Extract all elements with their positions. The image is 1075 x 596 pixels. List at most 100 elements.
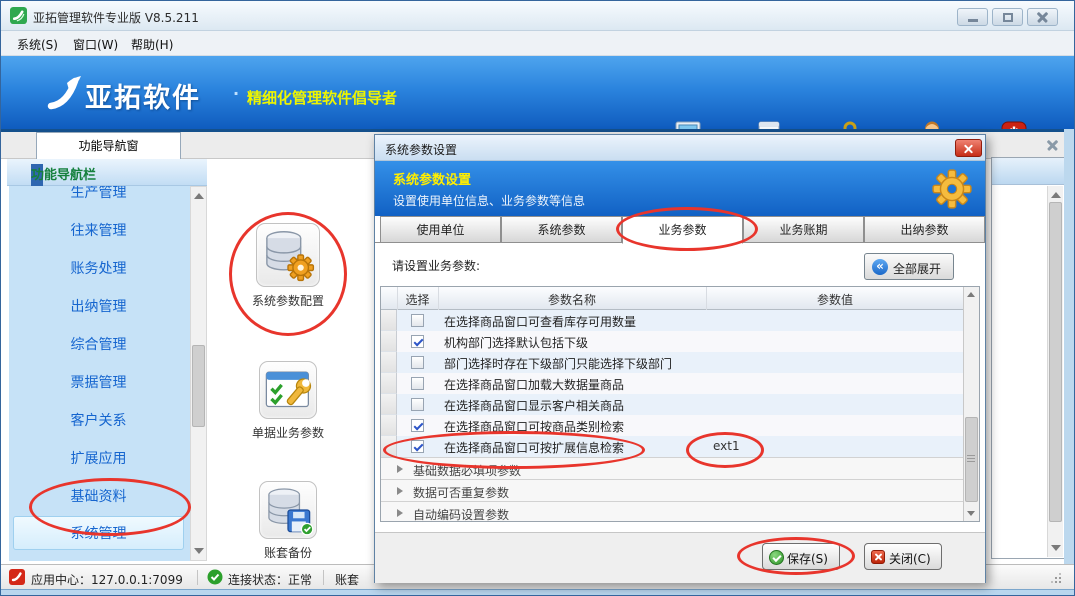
table-row[interactable]: 部门选择时存在下级部门只能选择下级部门 bbox=[381, 352, 963, 373]
tab-system-params[interactable]: 系统参数 bbox=[501, 216, 622, 243]
expand-all-button[interactable]: « 全部展开 bbox=[864, 253, 954, 280]
module-account-backup[interactable]: 账套备份 bbox=[228, 481, 348, 561]
sidebar-item-accounting[interactable]: 账务处理 bbox=[13, 249, 184, 287]
nav-panel: 生产管理 往来管理 账务处理 出纳管理 综合管理 票据管理 客户关系 扩展应用 … bbox=[9, 186, 190, 561]
row-checkbox[interactable] bbox=[411, 356, 424, 369]
nav-header-label: 功能导航栏 bbox=[31, 164, 96, 183]
table-row[interactable]: 在选择商品窗口显示客户相关商品 bbox=[381, 394, 963, 415]
row-selector[interactable] bbox=[381, 436, 397, 457]
row-selector[interactable] bbox=[381, 415, 397, 436]
menu-window[interactable]: 窗口(W) bbox=[69, 36, 122, 53]
param-group-row[interactable]: 基础数据必填项参数 bbox=[381, 457, 963, 479]
minimize-button[interactable] bbox=[957, 8, 988, 26]
row-checkbox[interactable] bbox=[411, 440, 424, 453]
banner: 亚拓软件 · 精细化管理软件倡导者 我的工作台 单据中心 bbox=[1, 56, 1074, 129]
status-connection: 连接状态：正常 bbox=[228, 571, 312, 588]
tab-function-navigator[interactable]: 功能导航窗 bbox=[36, 132, 181, 159]
menu-system[interactable]: 系统(S) bbox=[13, 36, 62, 53]
module-system-param-config[interactable]: 系统参数配置 bbox=[228, 223, 348, 309]
main-scrollbar[interactable] bbox=[1047, 186, 1063, 557]
database-gear-icon bbox=[257, 224, 319, 286]
expand-triangle-icon[interactable] bbox=[397, 465, 403, 473]
tab-cashier-params[interactable]: 出纳参数 bbox=[864, 216, 985, 243]
param-group-row[interactable]: 数据可否重复参数 bbox=[381, 479, 963, 501]
title-bar: 亚拓管理软件专业版 V8.5.211 bbox=[1, 1, 1074, 31]
expand-triangle-icon[interactable] bbox=[397, 487, 403, 495]
row-checkbox[interactable] bbox=[411, 377, 424, 390]
sidebar-item-crm[interactable]: 客户关系 bbox=[13, 401, 184, 439]
param-value[interactable]: ext1 bbox=[713, 439, 740, 453]
sidebar-item-system-management[interactable]: 系统管理 bbox=[13, 516, 184, 550]
table-row[interactable]: 机构部门选择默认包括下级 bbox=[381, 331, 963, 352]
dialog-header-title: 系统参数设置 bbox=[393, 169, 471, 188]
menu-bar: 系统(S) 窗口(W) 帮助(H) bbox=[1, 31, 1074, 56]
params-prompt: 请设置业务参数: bbox=[392, 257, 480, 274]
params-table: 选择 参数名称 参数值 在选择商品窗口可查看库存可用数量 机构部门选择默认包括下… bbox=[380, 286, 980, 522]
scroll-up-icon[interactable] bbox=[194, 193, 204, 199]
expand-triangle-icon[interactable] bbox=[397, 509, 403, 517]
dialog-title-bar[interactable]: 系统参数设置 bbox=[375, 135, 985, 161]
dialog-close-button[interactable] bbox=[955, 139, 982, 157]
param-name: 在选择商品窗口可查看库存可用数量 bbox=[444, 313, 636, 330]
param-name: 部门选择时存在下级部门只能选择下级部门 bbox=[444, 355, 672, 372]
row-selector[interactable] bbox=[381, 373, 397, 394]
gear-icon bbox=[931, 168, 973, 210]
menu-help[interactable]: 帮助(H) bbox=[127, 36, 177, 53]
tab-business-period[interactable]: 业务账期 bbox=[743, 216, 864, 243]
maximize-button[interactable] bbox=[992, 8, 1023, 26]
row-checkbox[interactable] bbox=[411, 314, 424, 327]
col-param-value: 参数值 bbox=[706, 291, 964, 308]
table-row[interactable]: 在选择商品窗口可按商品类别检索 bbox=[381, 415, 963, 436]
status-logo-icon bbox=[9, 569, 25, 585]
tab-use-unit[interactable]: 使用单位 bbox=[380, 216, 501, 243]
minimize-icon bbox=[968, 19, 978, 22]
module-label: 系统参数配置 bbox=[228, 292, 348, 309]
connection-ok-icon bbox=[207, 569, 223, 585]
row-selector[interactable] bbox=[381, 310, 397, 331]
panel-close-icon[interactable] bbox=[1045, 137, 1061, 153]
module-bill-business-params[interactable]: 单据业务参数 bbox=[228, 361, 348, 441]
scroll-thumb[interactable] bbox=[965, 417, 978, 502]
row-selector[interactable] bbox=[381, 394, 397, 415]
scroll-up-icon[interactable] bbox=[967, 292, 975, 297]
scroll-down-icon[interactable] bbox=[194, 548, 204, 554]
param-group-row[interactable]: 自动编码设置参数 bbox=[381, 501, 963, 522]
param-name: 在选择商品窗口显示客户相关商品 bbox=[444, 397, 624, 414]
save-button[interactable]: 保存(S) bbox=[762, 543, 840, 570]
scroll-down-icon[interactable] bbox=[967, 511, 975, 516]
sidebar-item-contacts[interactable]: 往来管理 bbox=[13, 211, 184, 249]
window-title: 亚拓管理软件专业版 V8.5.211 bbox=[33, 9, 199, 26]
param-name: 在选择商品窗口加载大数据量商品 bbox=[444, 376, 624, 393]
status-account: 账套 bbox=[335, 571, 359, 588]
scroll-thumb[interactable] bbox=[1049, 202, 1062, 522]
table-row[interactable]: 在选择商品窗口加载大数据量商品 bbox=[381, 373, 963, 394]
table-row[interactable]: 在选择商品窗口可查看库存可用数量 bbox=[381, 310, 963, 331]
scroll-thumb[interactable] bbox=[192, 345, 205, 427]
sidebar-item-extensions[interactable]: 扩展应用 bbox=[13, 439, 184, 477]
sidebar-item-general[interactable]: 综合管理 bbox=[13, 325, 184, 363]
row-checkbox[interactable] bbox=[411, 335, 424, 348]
nav-panel-header: 功能导航栏 bbox=[7, 159, 207, 186]
row-selector[interactable] bbox=[381, 331, 397, 352]
table-scrollbar[interactable] bbox=[963, 287, 979, 521]
save-check-icon bbox=[769, 550, 784, 565]
row-checkbox[interactable] bbox=[411, 398, 424, 411]
maximize-icon bbox=[1003, 13, 1013, 22]
close-button[interactable] bbox=[1027, 8, 1058, 26]
row-checkbox[interactable] bbox=[411, 419, 424, 432]
sidebar-item-production[interactable]: 生产管理 bbox=[13, 186, 184, 211]
app-window: 亚拓管理软件专业版 V8.5.211 系统(S) 窗口(W) 帮助(H) 亚拓软… bbox=[0, 0, 1075, 596]
sidebar-item-basic-data[interactable]: 基础资料 bbox=[13, 477, 184, 515]
close-dialog-button[interactable]: 关闭(C) bbox=[864, 543, 942, 570]
sidebar-item-bills[interactable]: 票据管理 bbox=[13, 363, 184, 401]
tab-business-params[interactable]: 业务参数 bbox=[622, 216, 743, 244]
scroll-up-icon[interactable] bbox=[1051, 192, 1061, 198]
row-selector[interactable] bbox=[381, 352, 397, 373]
param-name: 在选择商品窗口可按扩展信息检索 bbox=[444, 439, 624, 456]
resize-grip[interactable] bbox=[1049, 571, 1061, 583]
sidebar-scrollbar[interactable] bbox=[190, 186, 207, 561]
scroll-down-icon[interactable] bbox=[1051, 545, 1061, 551]
table-row[interactable]: 在选择商品窗口可按扩展信息检索 ext1 bbox=[381, 436, 963, 457]
sidebar-item-cashier[interactable]: 出纳管理 bbox=[13, 287, 184, 325]
expand-all-icon: « bbox=[872, 259, 888, 275]
